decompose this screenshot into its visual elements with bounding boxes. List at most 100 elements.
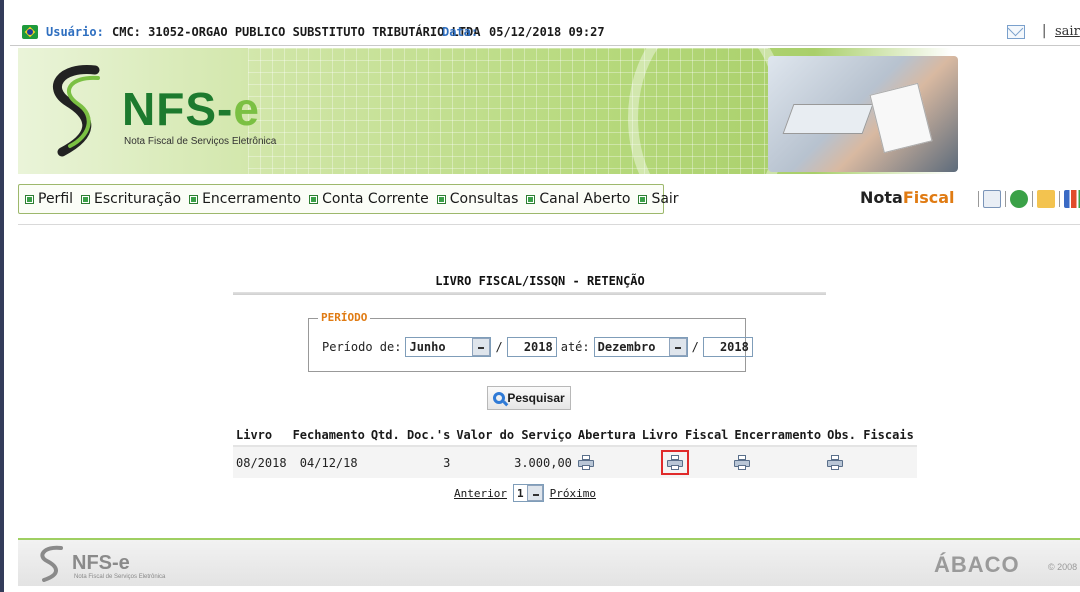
- cell-livro: 08/2018: [233, 446, 290, 478]
- from-month-value: Junho: [409, 340, 446, 354]
- title-rule: [233, 292, 826, 295]
- bullet-icon: [638, 194, 648, 204]
- user-name: CMC: 31052-ORGAO PUBLICO SUBSTITUTO TRIB…: [112, 25, 481, 39]
- chart-icon[interactable]: [1064, 190, 1080, 208]
- cell-obs-fiscais: [824, 446, 917, 478]
- nav-item-label: Escrituração: [94, 191, 182, 207]
- brand-toolbar: [978, 190, 1080, 208]
- toolbar-divider: [1032, 191, 1033, 207]
- cell-encerramento: [731, 446, 825, 478]
- col-encerramento: Encerramento: [731, 426, 825, 447]
- toolbar-divider: [1059, 191, 1060, 207]
- page-select[interactable]: 1: [512, 484, 544, 502]
- search-button-label: Pesquisar: [507, 391, 565, 405]
- highlighted-print-button[interactable]: [660, 450, 689, 475]
- logo-dash: -: [217, 83, 234, 135]
- nfse-s-logo-icon: [53, 65, 100, 157]
- bullet-icon: [81, 194, 91, 204]
- mail-icon[interactable]: [1007, 25, 1025, 39]
- vendor-logo: ÁBACO: [934, 552, 1020, 577]
- nav-item-escrituracao[interactable]: Escrituração: [81, 191, 181, 207]
- footer-s-logo-icon: [40, 545, 63, 582]
- slash: /: [495, 340, 503, 354]
- window-left-border: [0, 0, 4, 592]
- footer-logo-nfs: NFS: [72, 552, 112, 574]
- periodo-until-label: até:: [560, 340, 590, 354]
- to-month-value: Dezembro: [597, 340, 656, 354]
- nfse-logo-text: NFS-e: [122, 82, 260, 136]
- col-qtd-docs: Qtd. Doc.'s: [367, 426, 454, 447]
- prev-page-link[interactable]: Anterior: [454, 487, 507, 500]
- from-month-select[interactable]: Junho: [405, 337, 492, 357]
- print-abertura-icon[interactable]: [577, 455, 594, 470]
- col-livro: Livro: [233, 426, 290, 447]
- top-bar: Usuário: CMC: 31052-ORGAO PUBLICO SUBSTI…: [10, 20, 1080, 46]
- periodo-legend: PERÍODO: [318, 311, 371, 324]
- toolbar-divider: [978, 191, 979, 207]
- chevron-down-icon[interactable]: [526, 485, 543, 501]
- nav-item-label: Conta Corrente: [322, 191, 429, 207]
- table-header-row: Livro Fechamento Qtd. Doc.'s Valor do Se…: [233, 426, 917, 447]
- refresh-icon[interactable]: [1010, 190, 1028, 208]
- banner-swoosh: [628, 48, 788, 174]
- periodo-row: Período de: Junho / 2018 até: Dezembro /…: [322, 337, 753, 357]
- col-fechamento: Fechamento: [289, 426, 368, 447]
- next-page-link[interactable]: Próximo: [550, 487, 596, 500]
- results-table: Livro Fechamento Qtd. Doc.'s Valor do Se…: [233, 426, 917, 478]
- col-livro-fiscal: Livro Fiscal: [638, 426, 732, 447]
- print-obs-fiscais-icon[interactable]: [827, 455, 844, 470]
- header-divider: [18, 224, 1080, 225]
- slash: /: [691, 340, 699, 354]
- toolbar-divider: [1005, 191, 1006, 207]
- from-year-input[interactable]: 2018: [506, 337, 557, 357]
- col-obs-fiscais: Obs. Fiscais: [824, 426, 917, 447]
- cell-livro-fiscal: [638, 446, 732, 478]
- divider: |: [1040, 23, 1049, 39]
- logout-link[interactable]: sair: [1055, 24, 1080, 39]
- chevron-down-icon[interactable]: [668, 338, 687, 356]
- print-livro-fiscal-icon[interactable]: [666, 455, 683, 470]
- bullet-icon: [526, 194, 536, 204]
- col-valor-servico: Valor do Serviço: [453, 426, 575, 447]
- nav-item-canal-aberto[interactable]: Canal Aberto: [526, 191, 630, 207]
- brand-fiscal: Fiscal: [902, 188, 955, 207]
- chevron-down-icon[interactable]: [472, 338, 491, 356]
- print-encerramento-icon[interactable]: [734, 455, 751, 470]
- logo-e: e: [233, 83, 260, 135]
- bullet-icon: [25, 194, 34, 204]
- cell-qtd: 3: [367, 446, 454, 478]
- page-title: LIVRO FISCAL/ISSQN - RETENÇÃO: [435, 274, 645, 288]
- main-nav: Perfil Escrituração Encerramento Conta C…: [18, 184, 679, 214]
- date-value: 05/12/2018 09:27: [489, 25, 605, 39]
- nav-item-encerramento[interactable]: Encerramento: [189, 191, 301, 207]
- col-abertura: Abertura: [574, 426, 639, 447]
- nav-item-consultas[interactable]: Consultas: [436, 191, 518, 207]
- footer: NFS-e Nota Fiscal de Serviços Eletrônica…: [18, 540, 1080, 586]
- user-label: Usuário:: [46, 25, 104, 39]
- cell-valor: 3.000,00: [453, 446, 575, 478]
- footer-logo-subtitle: Nota Fiscal de Serviços Eletrônica: [74, 574, 166, 580]
- nav-item-sair[interactable]: Sair: [638, 191, 679, 207]
- search-button[interactable]: Pesquisar: [487, 386, 571, 410]
- search-icon: [493, 392, 506, 404]
- periodo-from-label: Período de:: [322, 340, 402, 354]
- banner-photo-laptop: [782, 104, 874, 134]
- to-month-select[interactable]: Dezembro: [593, 337, 688, 357]
- copyright-text: © 2008: [1048, 562, 1078, 572]
- table-row: 08/2018 04/12/18 3 3.000,00: [233, 446, 917, 478]
- brazil-flag-icon: [22, 25, 38, 39]
- logo-subtitle: Nota Fiscal de Serviços Eletrônica: [124, 136, 277, 147]
- document-icon[interactable]: [983, 190, 1001, 208]
- to-year-input[interactable]: 2018: [702, 337, 753, 357]
- nav-item-conta-corrente[interactable]: Conta Corrente: [309, 191, 429, 207]
- nav-item-label: Sair: [651, 191, 679, 207]
- header-banner: NFS-e Nota Fiscal de Serviços Eletrônica: [18, 48, 1080, 174]
- home-icon[interactable]: [1037, 190, 1055, 208]
- footer-logo-dash: -: [112, 552, 119, 574]
- nav-item-perfil[interactable]: Perfil: [25, 191, 73, 207]
- logo-nfs: NFS: [122, 83, 217, 135]
- pagination: Anterior 1 Próximo: [454, 484, 596, 502]
- notafiscal-brand: NotaFiscal: [860, 188, 955, 207]
- bullet-icon: [309, 194, 319, 204]
- nav-item-label: Encerramento: [202, 191, 302, 207]
